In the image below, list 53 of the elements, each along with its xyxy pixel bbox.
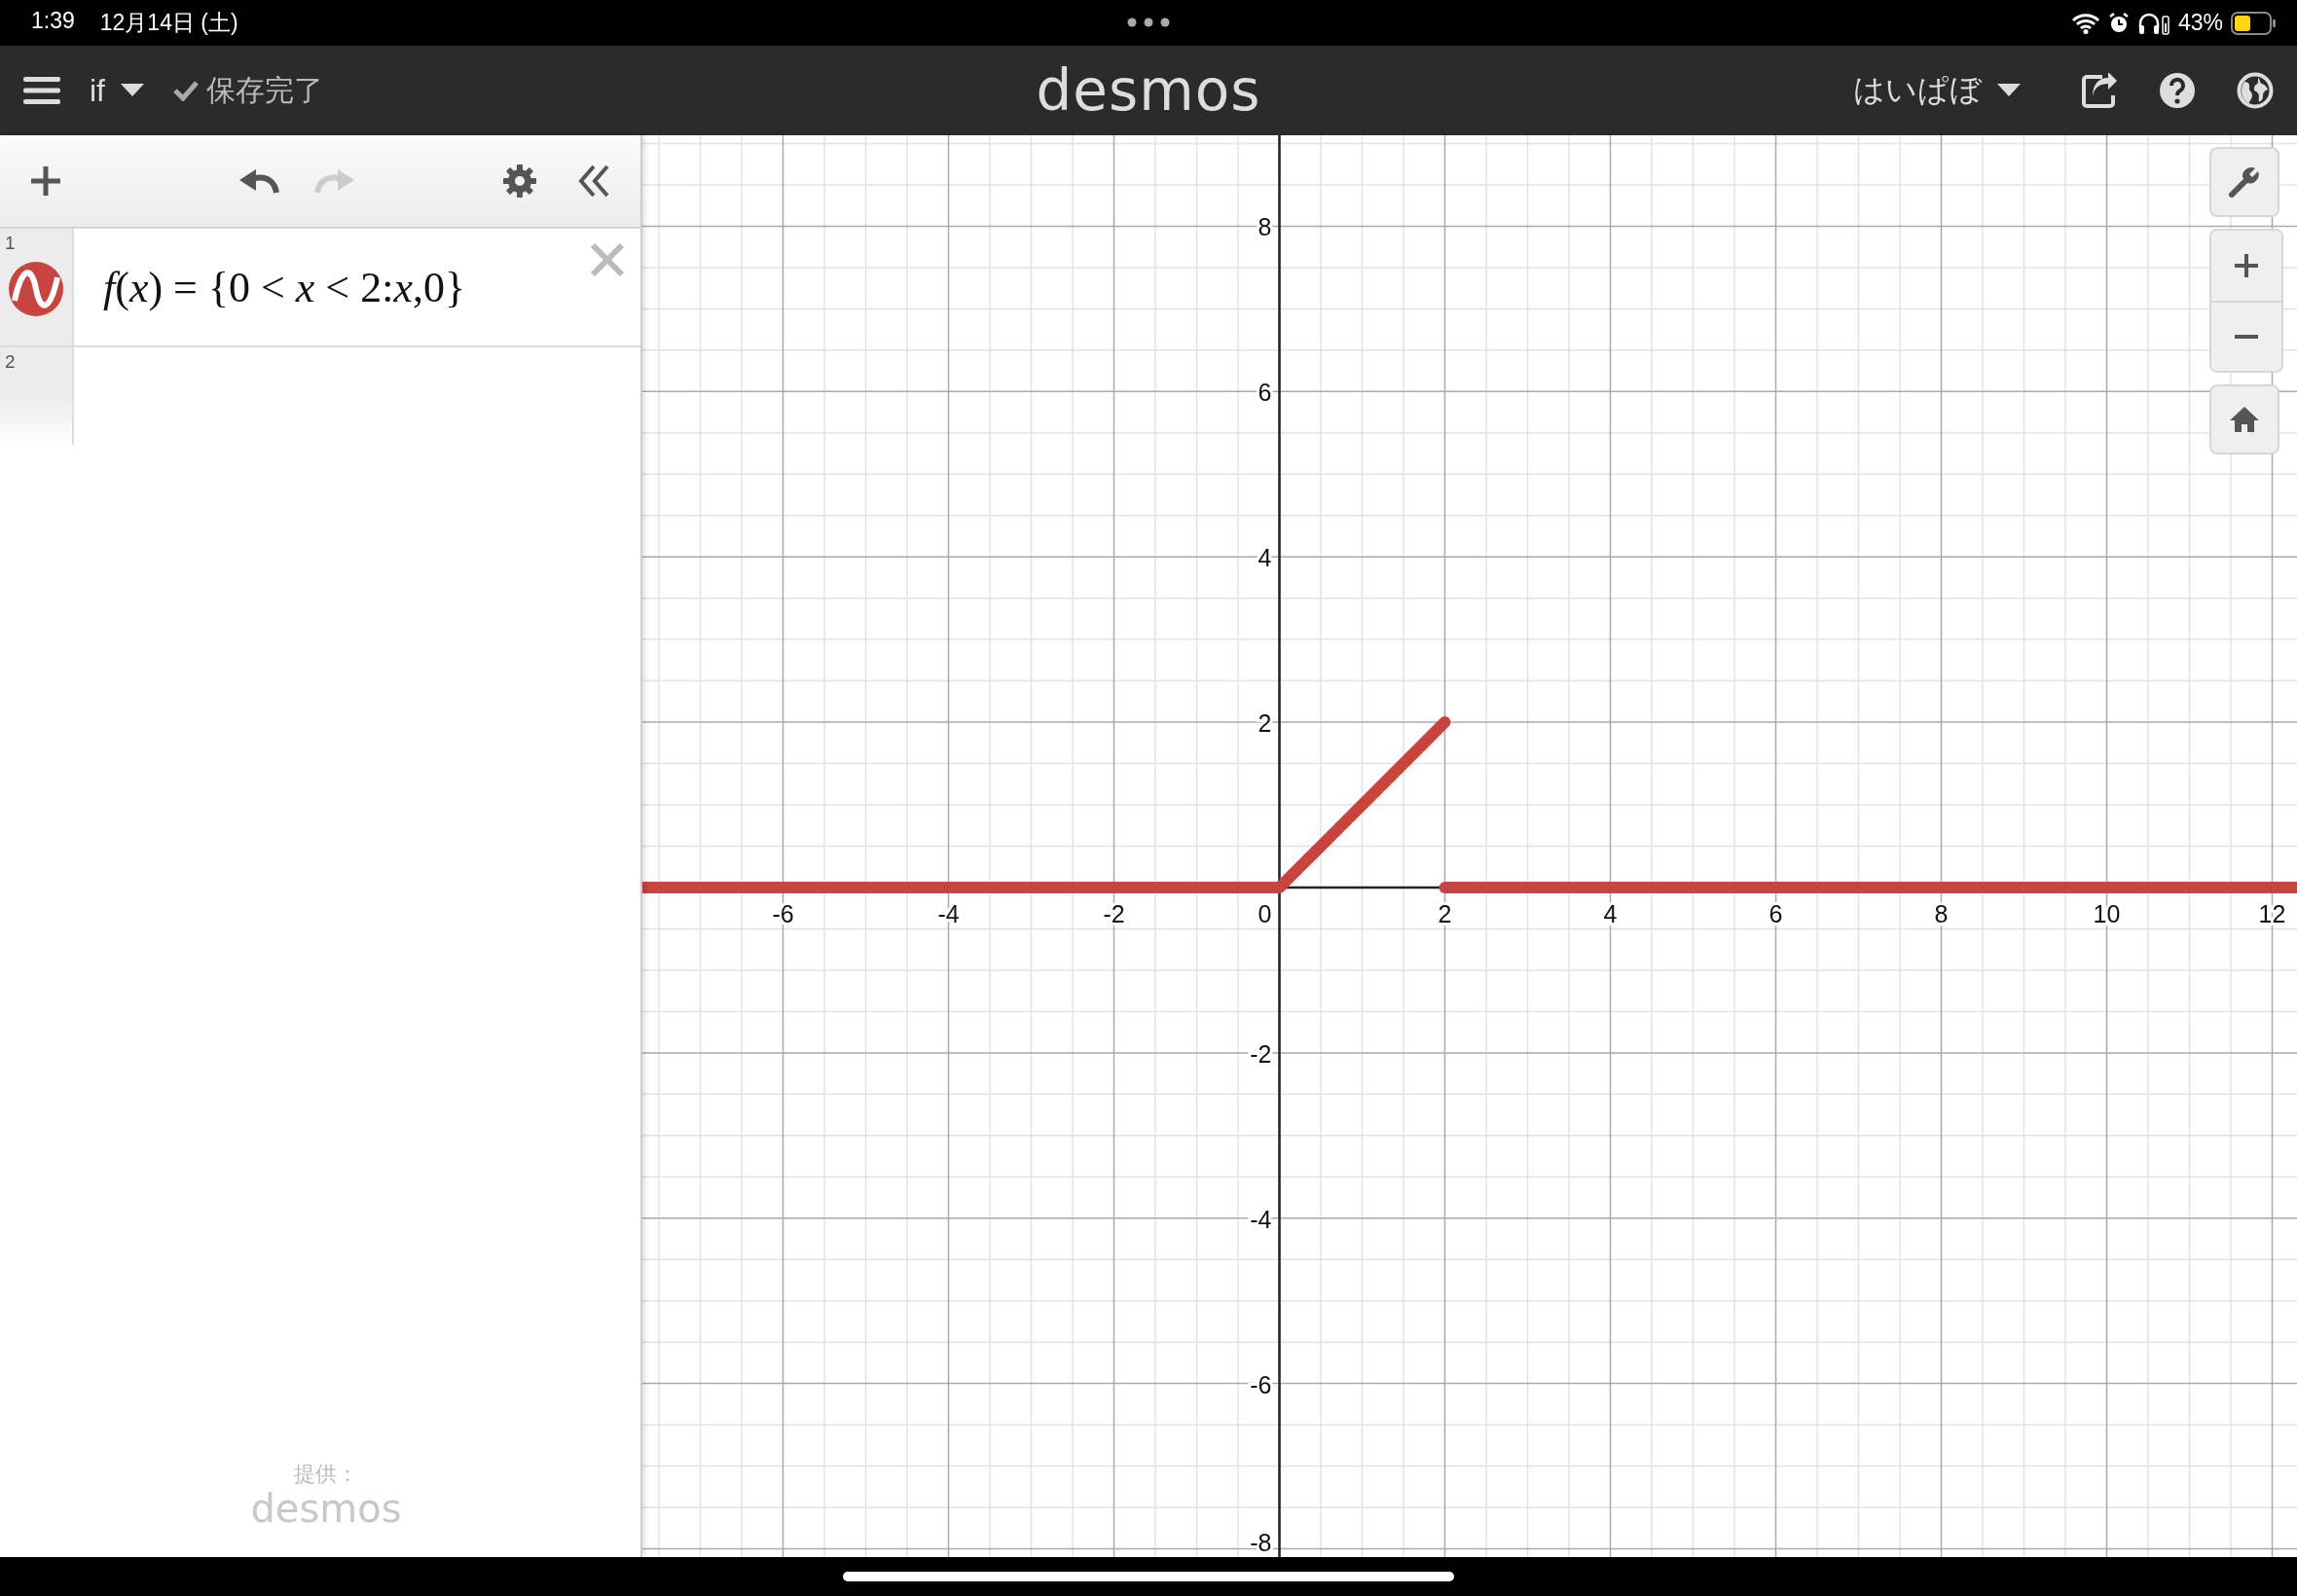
headphones-icon [2136,11,2170,35]
undo-icon[interactable] [237,167,280,195]
function-curve[interactable] [642,716,1451,893]
x-tick-label: -2 [1103,899,1125,927]
caret-icon [121,84,144,97]
x-tick-label: 10 [2093,899,2121,927]
save-status: 保存完了 [206,72,323,108]
y-tick-label: 2 [1258,709,1272,738]
graph-settings-button[interactable] [2209,147,2279,217]
y-tick-label: -6 [1250,1370,1272,1398]
y-tick-label: -8 [1250,1529,1272,1556]
clock-time: 1:39 [31,8,75,35]
zoom-in-button[interactable] [2211,231,2281,301]
date-text: 12月14日 (土) [99,9,238,37]
y-tick-label: 8 [1258,213,1272,241]
line-number: 1 [5,233,16,254]
x-tick-label: 2 [1438,899,1452,927]
y-tick-label: -4 [1250,1205,1272,1233]
wifi-icon [2070,12,2100,34]
help-icon[interactable] [2159,72,2196,109]
alarm-clock-icon [2107,11,2130,35]
origin-label: 0 [1258,899,1272,927]
minus-icon [2234,334,2259,340]
home-icon [2229,406,2260,433]
desmos-logo: desmos [1036,57,1261,124]
share-icon[interactable] [2081,73,2118,108]
line-number: 2 [5,351,16,373]
x-tick-label: 6 [1768,899,1783,927]
graph-title-dropdown[interactable]: if [80,72,154,109]
multitask-dots-icon[interactable] [1127,18,1170,27]
menu-icon[interactable] [23,75,60,106]
x-tick-label: -4 [937,899,960,927]
globe-icon[interactable] [2237,72,2274,109]
battery-icon [2231,11,2276,35]
settings-icon[interactable] [502,163,537,199]
x-tick-label: 8 [1934,899,1949,927]
expression-input[interactable]: f(x) = {0 < x < 2:x,0} [103,262,466,312]
battery-percent: 43% [2177,10,2223,36]
x-tick-label: 4 [1603,899,1618,927]
wrench-icon [2228,165,2261,199]
provided-by-label: 提供： [294,1461,358,1488]
x-tick-label: 12 [2258,899,2286,927]
checkmark-icon [173,80,199,101]
user-menu-dropdown[interactable]: はいぱぼ [1843,69,2030,112]
caret-icon [1997,84,2021,97]
collapse-panel-icon[interactable] [576,163,611,199]
x-tick-label: -6 [772,899,794,927]
y-tick-label: -2 [1250,1039,1272,1068]
y-tick-label: 4 [1258,544,1272,572]
add-icon[interactable] [29,164,62,198]
default-view-button[interactable] [2209,384,2279,454]
y-tick-label: 6 [1258,379,1272,407]
plus-icon [2234,253,2259,278]
